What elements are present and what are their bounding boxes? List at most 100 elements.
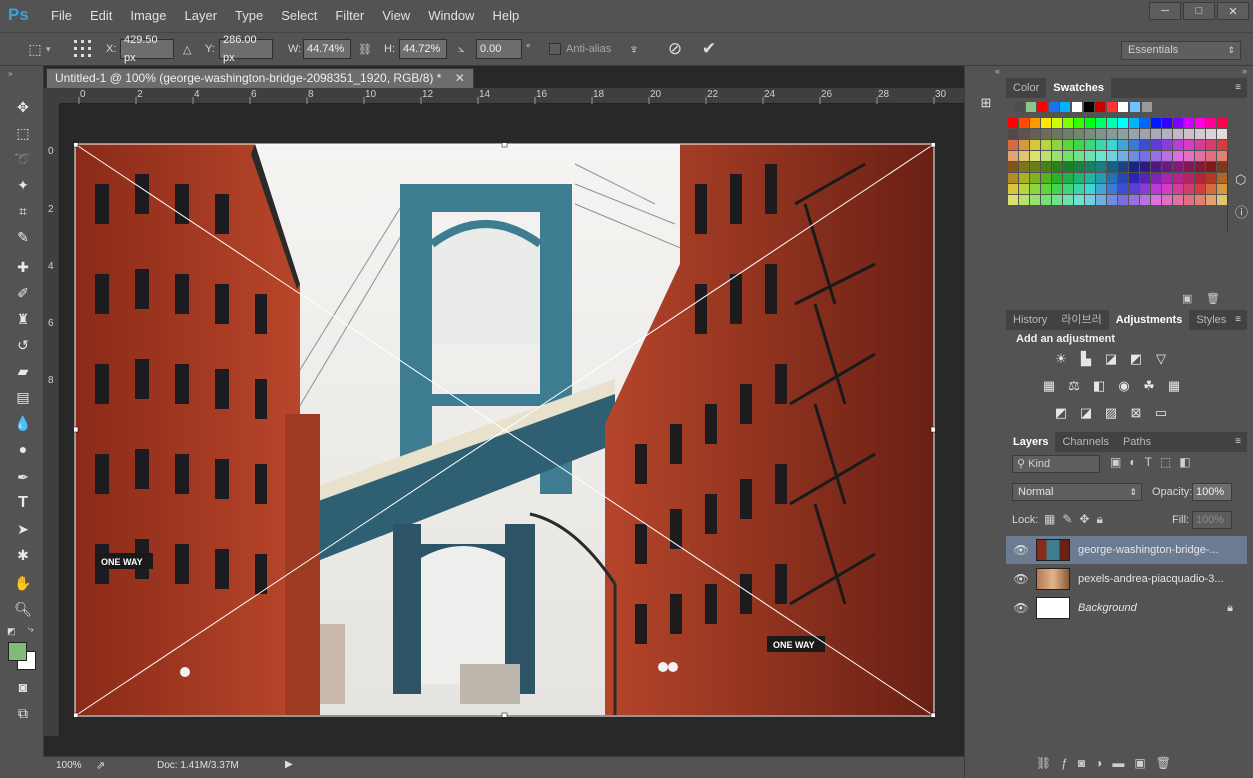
swatch[interactable] — [1129, 195, 1139, 205]
x-position-field[interactable]: 429.50 px — [120, 34, 174, 64]
swatch[interactable] — [1048, 102, 1059, 112]
swatch[interactable] — [1107, 162, 1117, 172]
clone-stamp-tool-icon[interactable]: ♜ — [12, 308, 34, 330]
height-field[interactable]: 44.72% — [399, 39, 447, 59]
swatch[interactable] — [1184, 184, 1194, 194]
color-balance-icon[interactable]: ⚖ — [1065, 378, 1083, 394]
pen-tool-icon[interactable]: ✒ — [12, 466, 34, 488]
swatch[interactable] — [1118, 140, 1128, 150]
healing-brush-tool-icon[interactable]: ✚ — [12, 256, 34, 278]
swatch[interactable] — [1107, 118, 1117, 128]
swatch[interactable] — [1063, 118, 1073, 128]
swatch[interactable] — [1140, 140, 1150, 150]
fill-field[interactable]: 100% — [1192, 511, 1232, 529]
tab-swatches[interactable]: Swatches — [1046, 78, 1112, 98]
swatch[interactable] — [1217, 173, 1227, 183]
curves-icon[interactable]: ◪ — [1102, 351, 1120, 367]
swatch[interactable] — [1085, 195, 1095, 205]
swatch[interactable] — [1195, 151, 1205, 161]
menu-window[interactable]: Window — [419, 8, 483, 23]
ruler-origin[interactable] — [44, 88, 60, 104]
maximize-button[interactable]: □ — [1183, 2, 1215, 20]
swatch[interactable] — [1096, 173, 1106, 183]
swatch[interactable] — [1184, 162, 1194, 172]
swatch[interactable] — [1096, 195, 1106, 205]
close-tab-icon[interactable]: ✕ — [455, 71, 465, 85]
swatch[interactable] — [1063, 129, 1073, 139]
color-lookup-icon[interactable]: ▦ — [1165, 378, 1183, 394]
swatch[interactable] — [1184, 173, 1194, 183]
swatch[interactable] — [1140, 173, 1150, 183]
swatch[interactable] — [1195, 173, 1205, 183]
selective-color-icon[interactable]: ⊠ — [1127, 405, 1145, 421]
menu-type[interactable]: Type — [226, 8, 272, 23]
swatch[interactable] — [1151, 151, 1161, 161]
swatch[interactable] — [1107, 184, 1117, 194]
swatch[interactable] — [1063, 140, 1073, 150]
swatch[interactable] — [1019, 129, 1029, 139]
swatch[interactable] — [1030, 140, 1040, 150]
link-icon[interactable]: ⛓ — [358, 39, 372, 59]
swatch[interactable] — [1184, 129, 1194, 139]
properties-panel-icon[interactable]: ⊞ — [975, 92, 997, 114]
swatch[interactable] — [1162, 184, 1172, 194]
swatch[interactable] — [1129, 118, 1139, 128]
channel-mixer-icon[interactable]: ☘ — [1140, 378, 1158, 394]
swatch[interactable] — [1118, 195, 1128, 205]
swatch[interactable] — [1096, 118, 1106, 128]
blur-tool-icon[interactable]: 💧 — [12, 412, 34, 434]
swatch[interactable] — [1162, 129, 1172, 139]
lock-icons[interactable]: ▦✎✥🔒︎ — [1044, 512, 1110, 527]
dodge-tool-icon[interactable]: ● — [12, 438, 34, 460]
swatch[interactable] — [1019, 151, 1029, 161]
zoom-tool-icon[interactable]: 🔍︎ — [12, 598, 34, 620]
swatch[interactable] — [1030, 151, 1040, 161]
swatch[interactable] — [1129, 140, 1139, 150]
swatch[interactable] — [1151, 184, 1161, 194]
exposure-icon[interactable]: ◩ — [1127, 351, 1145, 367]
eye-icon[interactable]: 👁︎ — [1006, 601, 1036, 615]
swatch[interactable] — [1206, 140, 1216, 150]
swatch[interactable] — [1173, 184, 1183, 194]
swatch[interactable] — [1195, 129, 1205, 139]
swatch[interactable] — [1074, 162, 1084, 172]
tab-adjustments[interactable]: Adjustments — [1108, 310, 1190, 330]
swatch[interactable] — [1037, 102, 1048, 112]
swatch[interactable] — [1118, 118, 1128, 128]
reference-point-locator[interactable] — [72, 39, 94, 59]
tab-history[interactable]: History — [1006, 310, 1054, 330]
swatch[interactable] — [1173, 118, 1183, 128]
swatch[interactable] — [1162, 140, 1172, 150]
swatch[interactable] — [1008, 140, 1018, 150]
swatch[interactable] — [1151, 195, 1161, 205]
swap-colors-icon[interactable]: ⤷ — [28, 624, 34, 635]
default-colors-icon[interactable]: ◩ — [7, 626, 16, 637]
new-swatch-icon[interactable]: ▣ — [1182, 292, 1192, 305]
eyedropper-tool-icon[interactable]: ✎ — [12, 226, 34, 248]
swatch[interactable] — [1074, 151, 1084, 161]
black-white-icon[interactable]: ◧ — [1090, 378, 1108, 394]
swatch[interactable] — [1140, 195, 1150, 205]
swatch[interactable] — [1096, 162, 1106, 172]
close-button[interactable]: ✕ — [1217, 2, 1249, 20]
swatch[interactable] — [1173, 162, 1183, 172]
menu-edit[interactable]: Edit — [81, 8, 121, 23]
swatch[interactable] — [1019, 140, 1029, 150]
magic-wand-tool-icon[interactable]: ✦ — [12, 174, 34, 196]
swatch[interactable] — [1052, 184, 1062, 194]
vibrance-icon[interactable]: ▽ — [1152, 351, 1170, 367]
swatch[interactable] — [1063, 173, 1073, 183]
swatch[interactable] — [1195, 195, 1205, 205]
swatch[interactable] — [1162, 151, 1172, 161]
menu-layer[interactable]: Layer — [176, 8, 227, 23]
path-selection-tool-icon[interactable]: ➤ — [12, 518, 34, 540]
swatch[interactable] — [1151, 118, 1161, 128]
swatch[interactable] — [1217, 129, 1227, 139]
swatch[interactable] — [1184, 195, 1194, 205]
swatch[interactable] — [1096, 140, 1106, 150]
swatch[interactable] — [1041, 151, 1051, 161]
swatch[interactable] — [1107, 173, 1117, 183]
swatch[interactable] — [1041, 184, 1051, 194]
swatch[interactable] — [1162, 118, 1172, 128]
swatch[interactable] — [1195, 118, 1205, 128]
